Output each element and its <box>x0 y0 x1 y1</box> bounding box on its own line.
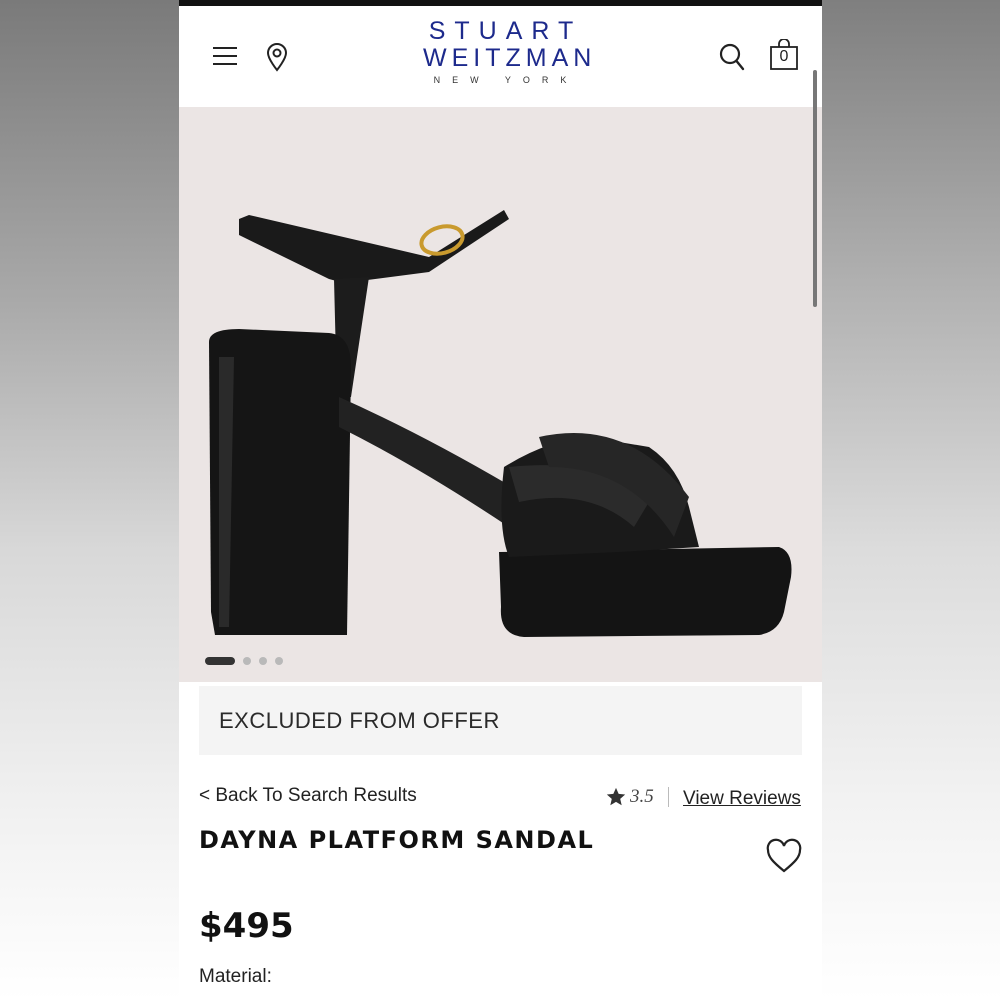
offer-banner: EXCLUDED FROM OFFER <box>199 686 802 755</box>
menu-icon[interactable] <box>213 47 237 65</box>
sandal-illustration <box>209 210 792 637</box>
logo-line-3: NEW YORK <box>433 75 579 85</box>
back-to-search-link[interactable]: < Back To Search Results <box>199 785 417 807</box>
gallery-dot[interactable] <box>259 657 267 665</box>
cart-count: 0 <box>779 48 789 65</box>
gallery-dot[interactable] <box>243 657 251 665</box>
star-icon <box>606 787 626 806</box>
shopping-bag-icon[interactable]: 0 <box>769 39 799 71</box>
product-image[interactable] <box>179 107 822 682</box>
search-icon[interactable] <box>719 43 745 71</box>
rating-value: 3.5 <box>630 786 654 807</box>
page-scrollbar[interactable] <box>813 70 817 307</box>
wishlist-heart-icon[interactable] <box>765 838 803 874</box>
brand-logo[interactable]: STUART WEITZMAN NEW YORK <box>419 17 597 86</box>
gallery-pagination <box>205 657 283 665</box>
offer-label: EXCLUDED FROM OFFER <box>219 708 500 733</box>
background-blur-left <box>0 0 179 1000</box>
logo-line-1: STUART <box>428 17 583 45</box>
product-price: $495 <box>199 906 294 946</box>
rating-divider <box>667 787 669 807</box>
location-pin-icon[interactable] <box>266 42 288 72</box>
gallery-dot[interactable] <box>205 657 235 665</box>
gallery-dot[interactable] <box>275 657 283 665</box>
background-blur-right <box>822 0 1000 1000</box>
view-reviews-link[interactable]: View Reviews <box>683 788 801 810</box>
logo-line-2: WEITZMAN <box>423 44 597 72</box>
product-title: DAYNA PLATFORM SANDAL <box>199 826 595 854</box>
material-label: Material: <box>199 966 272 987</box>
product-rating: 3.5 <box>605 784 669 810</box>
phone-screen: STUART WEITZMAN NEW YORK 0 EXCLUDED FROM… <box>179 0 822 1000</box>
site-header: STUART WEITZMAN NEW YORK 0 <box>179 6 822 107</box>
